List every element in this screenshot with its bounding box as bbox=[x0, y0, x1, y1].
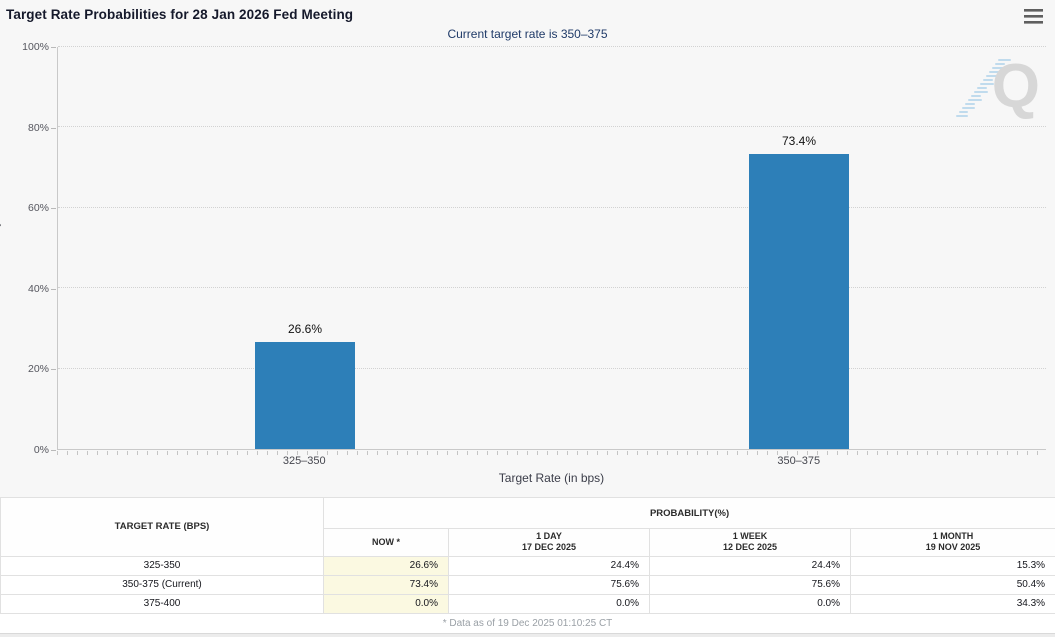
table-body: 325-35026.6%24.4%24.4%15.3%350-375 (Curr… bbox=[1, 556, 1055, 613]
hamburger-bar bbox=[1024, 9, 1043, 12]
y-tick-label: 60% bbox=[28, 202, 49, 214]
bar-value-label: 26.6% bbox=[288, 322, 322, 336]
week-value-cell: 75.6% bbox=[650, 575, 851, 594]
hamburger-bar bbox=[1024, 21, 1043, 24]
col-header-label: 1 MONTH bbox=[851, 531, 1055, 542]
y-tick-label: 40% bbox=[28, 283, 49, 295]
hamburger-bar bbox=[1024, 15, 1043, 18]
day-value-cell: 75.6% bbox=[449, 575, 650, 594]
month-value-cell: 15.3% bbox=[851, 556, 1055, 575]
day-value-cell: 24.4% bbox=[449, 556, 650, 575]
y-axis: 0%20%40%60%80%100% bbox=[0, 47, 57, 450]
bar-slot: 26.6% bbox=[58, 47, 552, 449]
probability-table: TARGET RATE (BPS) PROBABILITY(%) NOW * 1… bbox=[0, 497, 1055, 614]
rate-cell: 350-375 (Current) bbox=[1, 575, 324, 594]
col-header-date: 19 NOV 2025 bbox=[851, 542, 1055, 553]
week-value-cell: 0.0% bbox=[650, 594, 851, 613]
col-header-1-week: 1 WEEK12 DEC 2025 bbox=[650, 529, 851, 557]
month-value-cell: 34.3% bbox=[851, 594, 1055, 613]
plot-area: Q 26.6%73.4% bbox=[57, 47, 1046, 450]
col-header-1-day: 1 DAY17 DEC 2025 bbox=[449, 529, 650, 557]
bar bbox=[255, 342, 355, 449]
table-row: 350-375 (Current)73.4%75.6%75.6%50.4% bbox=[1, 575, 1055, 594]
col-header-date: 17 DEC 2025 bbox=[449, 542, 649, 553]
now-value-cell: 26.6% bbox=[324, 556, 449, 575]
current-target-rate-subtitle: Current target rate is 350–375 bbox=[0, 27, 1055, 41]
table-row: 325-35026.6%24.4%24.4%15.3% bbox=[1, 556, 1055, 575]
day-value-cell: 0.0% bbox=[449, 594, 650, 613]
x-category-label: 350–375 bbox=[552, 455, 1047, 470]
y-tick-label: 20% bbox=[28, 363, 49, 375]
y-tick-label: 100% bbox=[22, 41, 49, 53]
hamburger-menu-icon[interactable] bbox=[1024, 9, 1043, 24]
now-value-cell: 73.4% bbox=[324, 575, 449, 594]
probability-table-section: TARGET RATE (BPS) PROBABILITY(%) NOW * 1… bbox=[0, 497, 1055, 614]
col-header-probability-group: PROBABILITY(%) bbox=[324, 498, 1055, 529]
bottom-strip bbox=[0, 633, 1055, 637]
bar-slot: 73.4% bbox=[552, 47, 1046, 449]
x-axis-category-labels: 325–350350–375 bbox=[57, 455, 1046, 470]
table-row: 375-4000.0%0.0%0.0%34.3% bbox=[1, 594, 1055, 613]
col-header-label: NOW * bbox=[324, 537, 448, 548]
chart-section: Target Rate Probabilities for 28 Jan 202… bbox=[0, 0, 1055, 497]
rate-cell: 375-400 bbox=[1, 594, 324, 613]
y-tick-label: 0% bbox=[34, 444, 49, 456]
bars-container: 26.6% 73.4% bbox=[58, 47, 1046, 449]
col-header-1-month: 1 MONTH19 NOV 2025 bbox=[851, 529, 1055, 557]
col-header-label: 1 WEEK bbox=[650, 531, 850, 542]
rate-cell: 325-350 bbox=[1, 556, 324, 575]
y-tick-label: 80% bbox=[28, 122, 49, 134]
month-value-cell: 50.4% bbox=[851, 575, 1055, 594]
col-header-target-rate: TARGET RATE (BPS) bbox=[1, 498, 324, 557]
x-category-label: 325–350 bbox=[57, 455, 552, 470]
col-header-now: NOW * bbox=[324, 529, 449, 557]
y-axis-title: Probability bbox=[0, 221, 1, 276]
col-header-date: 12 DEC 2025 bbox=[650, 542, 850, 553]
x-axis-title: Target Rate (in bps) bbox=[57, 471, 1046, 485]
bar-value-label: 73.4% bbox=[782, 134, 816, 148]
page-title: Target Rate Probabilities for 28 Jan 202… bbox=[6, 7, 353, 22]
week-value-cell: 24.4% bbox=[650, 556, 851, 575]
data-as-of-footnote: * Data as of 19 Dec 2025 01:10:25 CT bbox=[0, 614, 1055, 633]
bar bbox=[749, 154, 849, 449]
now-value-cell: 0.0% bbox=[324, 594, 449, 613]
col-header-label: 1 DAY bbox=[449, 531, 649, 542]
